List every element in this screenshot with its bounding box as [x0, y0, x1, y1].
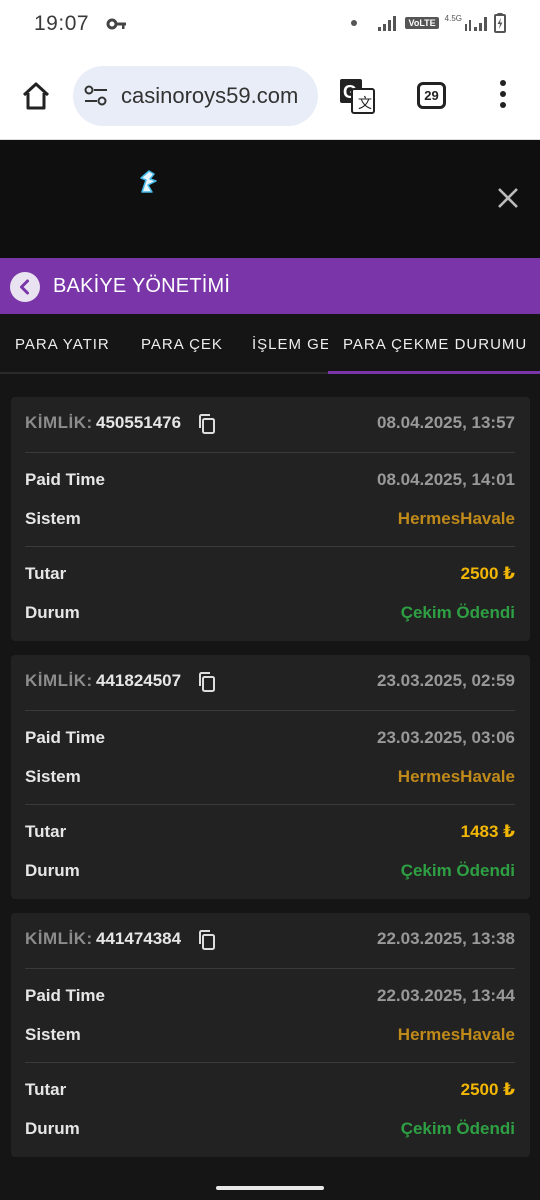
- id-row: KİMLİK: 441474384 22.03.2025, 13:38: [25, 929, 515, 951]
- paid-time-row: Paid Time 23.03.2025, 03:06: [25, 728, 515, 750]
- more-vert-icon[interactable]: [497, 80, 509, 112]
- paid-time-row: Paid Time 08.04.2025, 14:01: [25, 470, 515, 492]
- gesture-home-bar[interactable]: [216, 1186, 324, 1190]
- paid-time-row: Paid Time 22.03.2025, 13:44: [25, 986, 515, 1008]
- system-row: Sistem HermesHavale: [25, 509, 515, 531]
- paid-time-value: 22.03.2025, 13:44: [376, 986, 515, 1005]
- paid-time-value: 23.03.2025, 03:06: [376, 728, 515, 747]
- status-label: Durum: [25, 603, 80, 622]
- id-row: KİMLİK: 441824507 23.03.2025, 02:59: [25, 671, 515, 693]
- address-bar[interactable]: casinoroys59.com: [73, 66, 318, 126]
- id-value: 441474384: [96, 929, 182, 948]
- system-label: Sistem: [25, 767, 81, 786]
- signal-icon: [378, 16, 397, 31]
- url-text[interactable]: casinoroys59.com: [121, 83, 298, 109]
- copy-icon[interactable]: [198, 930, 216, 950]
- logo-icon[interactable]: [132, 166, 164, 198]
- translate-icon[interactable]: G 文: [339, 78, 375, 114]
- divider: [25, 710, 515, 711]
- status-value: Çekim Ödendi: [400, 1119, 515, 1138]
- paid-time-label: Paid Time: [25, 728, 105, 747]
- status-time: 19:07: [34, 12, 90, 35]
- amount-value: 2500 ₺: [460, 1080, 515, 1099]
- balance-tabs: PARA YATIR PARA ÇEK İŞLEM GEÇMİŞİ PARA Ç…: [0, 314, 540, 374]
- back-button[interactable]: [10, 272, 40, 302]
- browser-toolbar: casinoroys59.com G 文 29: [0, 50, 540, 140]
- system-label: Sistem: [25, 509, 81, 528]
- system-label: Sistem: [25, 1025, 81, 1044]
- status-value: Çekim Ödendi: [400, 861, 515, 880]
- request-date: 08.04.2025, 13:57: [376, 413, 515, 432]
- signal-icon: [465, 17, 487, 31]
- status-bar: 19:07 VoLTE 4.5G: [0, 0, 540, 50]
- tab-transaction-history[interactable]: İŞLEM GEÇMİŞİ: [252, 336, 328, 353]
- status-row: Durum Çekim Ödendi: [25, 603, 515, 625]
- id-value: 441824507: [96, 671, 182, 690]
- system-row: Sistem HermesHavale: [25, 767, 515, 789]
- status-row: Durum Çekim Ödendi: [25, 1119, 515, 1141]
- volte-badge: VoLTE: [405, 17, 439, 29]
- id-label: KİMLİK:: [25, 413, 93, 432]
- tab-deposit[interactable]: PARA YATIR: [15, 336, 110, 353]
- paid-time-label: Paid Time: [25, 986, 105, 1005]
- back-icon: [20, 279, 29, 295]
- system-row: Sistem HermesHavale: [25, 1025, 515, 1047]
- divider: [25, 546, 515, 547]
- tab-withdraw[interactable]: PARA ÇEK: [141, 336, 223, 353]
- amount-label: Tutar: [25, 822, 67, 841]
- system-value: HermesHavale: [397, 1025, 515, 1044]
- status-label: Durum: [25, 1119, 80, 1138]
- status-row: Durum Çekim Ödendi: [25, 861, 515, 883]
- id-label: KİMLİK:: [25, 929, 93, 948]
- id-label: KİMLİK:: [25, 671, 93, 690]
- divider: [25, 968, 515, 969]
- system-value: HermesHavale: [397, 509, 515, 528]
- copy-icon[interactable]: [198, 672, 216, 692]
- tab-switcher-button[interactable]: 29: [417, 82, 446, 109]
- withdrawal-card: KİMLİK: 441474384 22.03.2025, 13:38 Paid…: [11, 913, 530, 1157]
- system-value: HermesHavale: [397, 767, 515, 786]
- close-icon[interactable]: [496, 186, 520, 210]
- id-row: KİMLİK: 450551476 08.04.2025, 13:57: [25, 413, 515, 435]
- status-label: Durum: [25, 861, 80, 880]
- amount-value: 2500 ₺: [460, 564, 515, 583]
- svg-text:文: 文: [358, 96, 372, 112]
- key-icon: [106, 18, 126, 30]
- amount-row: Tutar 2500 ₺: [25, 1080, 515, 1102]
- home-icon[interactable]: [20, 80, 52, 112]
- amount-row: Tutar 2500 ₺: [25, 564, 515, 586]
- request-date: 23.03.2025, 02:59: [376, 671, 515, 690]
- active-tab-indicator: [328, 371, 540, 374]
- request-date: 22.03.2025, 13:38: [376, 929, 515, 948]
- divider: [25, 804, 515, 805]
- amount-label: Tutar: [25, 1080, 67, 1099]
- status-value: Çekim Ödendi: [400, 603, 515, 622]
- status-icons: VoLTE 4.5G: [351, 13, 506, 33]
- page-title: BAKİYE YÖNETİMİ: [53, 275, 231, 297]
- withdrawal-card: KİMLİK: 441824507 23.03.2025, 02:59 Paid…: [11, 655, 530, 899]
- battery-icon: [494, 13, 506, 33]
- divider: [25, 452, 515, 453]
- amount-value: 1483 ₺: [460, 822, 515, 841]
- site-header: [0, 140, 540, 258]
- withdrawal-card: KİMLİK: 450551476 08.04.2025, 13:57 Paid…: [11, 397, 530, 641]
- paid-time-value: 08.04.2025, 14:01: [376, 470, 515, 489]
- balance-title-bar: BAKİYE YÖNETİMİ: [0, 258, 540, 314]
- id-value: 450551476: [96, 413, 182, 432]
- divider: [25, 1062, 515, 1063]
- network-type: 4.5G: [444, 13, 462, 23]
- tab-withdrawal-status[interactable]: PARA ÇEKME DURUMU: [343, 336, 527, 353]
- copy-icon[interactable]: [198, 414, 216, 434]
- tune-icon[interactable]: [83, 84, 109, 108]
- paid-time-label: Paid Time: [25, 470, 105, 489]
- amount-label: Tutar: [25, 564, 67, 583]
- amount-row: Tutar 1483 ₺: [25, 822, 515, 844]
- notification-dot-icon: [351, 20, 358, 26]
